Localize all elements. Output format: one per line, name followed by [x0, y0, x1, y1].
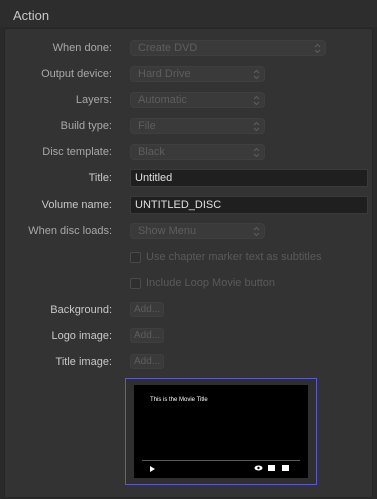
layers-label: Layers:	[75, 94, 112, 106]
when-disc-loads-label: When disc loads:	[28, 225, 112, 237]
when-disc-loads-value: Show Menu	[138, 225, 197, 237]
layers-value: Automatic	[138, 94, 187, 106]
title-field[interactable]: Untitled	[130, 169, 368, 187]
chapter-markers-label: Use chapter marker text as subtitles	[146, 251, 322, 263]
title-image-add-button[interactable]: Add...	[130, 354, 164, 369]
chevron-updown-icon	[253, 147, 260, 158]
preview-screen: This is the Movie Title	[134, 385, 308, 478]
logo-add-button[interactable]: Add...	[130, 328, 164, 343]
menu-preview[interactable]: This is the Movie Title	[125, 378, 317, 485]
chapters-icon	[282, 465, 289, 471]
section-title: Action	[13, 8, 50, 23]
volume-name-field[interactable]: UNTITLED_DISC	[130, 196, 368, 214]
chevron-updown-icon	[253, 69, 260, 80]
build-type-select[interactable]: File	[130, 118, 265, 134]
loop-movie-label: Include Loop Movie button	[146, 277, 276, 289]
build-type-label: Build type:	[60, 120, 112, 132]
chapter-markers-checkbox[interactable]	[130, 252, 141, 263]
background-label: Background:	[50, 304, 112, 316]
disc-template-select[interactable]: Black	[130, 144, 265, 160]
disc-template-value: Black	[138, 146, 165, 158]
when-done-select[interactable]: Create DVD	[130, 40, 326, 56]
output-device-value: Hard Drive	[138, 68, 191, 80]
section-header: Action	[0, 0, 377, 27]
preview-movie-title: This is the Movie Title	[150, 397, 208, 403]
preview-timeline	[142, 460, 300, 461]
when-done-value: Create DVD	[138, 42, 198, 54]
subtitles-icon	[268, 465, 275, 471]
title-label: Title:	[88, 172, 112, 184]
chevron-updown-icon	[253, 121, 260, 132]
title-value: Untitled	[135, 172, 173, 184]
logo-add-label: Add...	[134, 330, 161, 341]
title-image-add-label: Add...	[134, 356, 161, 367]
eye-icon	[254, 465, 263, 471]
background-add-button[interactable]: Add...	[130, 302, 164, 317]
logo-image-label: Logo image:	[51, 330, 112, 342]
chevron-updown-icon	[314, 43, 321, 54]
chevron-updown-icon	[253, 95, 260, 106]
output-device-label: Output device:	[41, 68, 112, 80]
background-add-label: Add...	[134, 304, 161, 315]
volume-name-label: Volume name:	[41, 199, 112, 211]
loop-movie-checkbox[interactable]	[130, 278, 141, 289]
title-image-label: Title image:	[55, 356, 112, 368]
when-done-label: When done:	[52, 42, 112, 54]
build-type-value: File	[138, 120, 156, 132]
layers-select[interactable]: Automatic	[130, 92, 265, 108]
volume-name-value: UNTITLED_DISC	[135, 199, 222, 211]
output-device-select[interactable]: Hard Drive	[130, 66, 265, 82]
disc-template-label: Disc template:	[42, 146, 112, 158]
play-icon	[150, 466, 155, 472]
chevron-updown-icon	[253, 226, 260, 237]
when-disc-loads-select[interactable]: Show Menu	[130, 223, 265, 239]
